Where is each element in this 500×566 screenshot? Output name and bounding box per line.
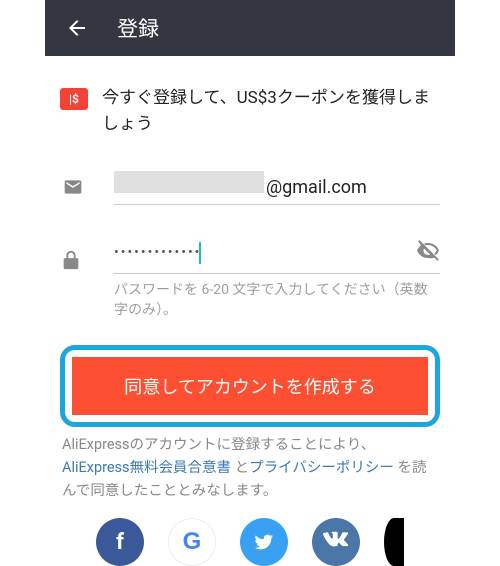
email-input[interactable]: @gmail.com (114, 171, 440, 205)
password-field-row: ••••••••••••• パスワードを 6-20 文字で入力してください（英数… (60, 239, 440, 321)
promo-text: 今すぐ登録して、US$3クーポンを獲得しましょう (102, 86, 440, 137)
email-icon (60, 177, 88, 201)
email-username-redacted (114, 171, 264, 193)
page-title: 登録 (117, 13, 159, 43)
create-account-button[interactable]: 同意してアカウントを作成する (72, 357, 428, 415)
membership-agreement-link[interactable]: AliExpress無料会員合意書 (62, 459, 231, 476)
visibility-off-icon[interactable] (416, 239, 440, 267)
coupon-icon: |$ (60, 88, 88, 110)
google-login-button[interactable]: G (168, 518, 216, 566)
more-login-button[interactable] (384, 518, 404, 566)
password-masked: ••••••••••••• (114, 242, 416, 264)
lock-icon (60, 247, 88, 277)
cta-highlight: 同意してアカウントを作成する (60, 345, 440, 427)
privacy-policy-link[interactable]: プライバシーポリシー (249, 459, 394, 476)
legal-text: AliExpressのアカウントに登録することにより、 AliExpress無料… (60, 433, 440, 503)
app-header: 登録 (45, 0, 455, 56)
promo-banner: |$ 今すぐ登録して、US$3クーポンを獲得しましょう (60, 86, 440, 137)
email-field-row: @gmail.com (60, 171, 440, 205)
vk-login-button[interactable] (312, 518, 360, 566)
social-login-row: f G (60, 518, 440, 566)
email-suffix: @gmail.com (266, 177, 367, 198)
password-hint: パスワードを 6-20 文字で入力してください（英数字のみ）。 (114, 280, 440, 321)
password-input[interactable]: ••••••••••••• (114, 239, 440, 274)
back-arrow-icon[interactable] (65, 16, 89, 40)
facebook-login-button[interactable]: f (96, 518, 144, 566)
twitter-login-button[interactable] (240, 518, 288, 566)
text-caret (199, 242, 201, 264)
